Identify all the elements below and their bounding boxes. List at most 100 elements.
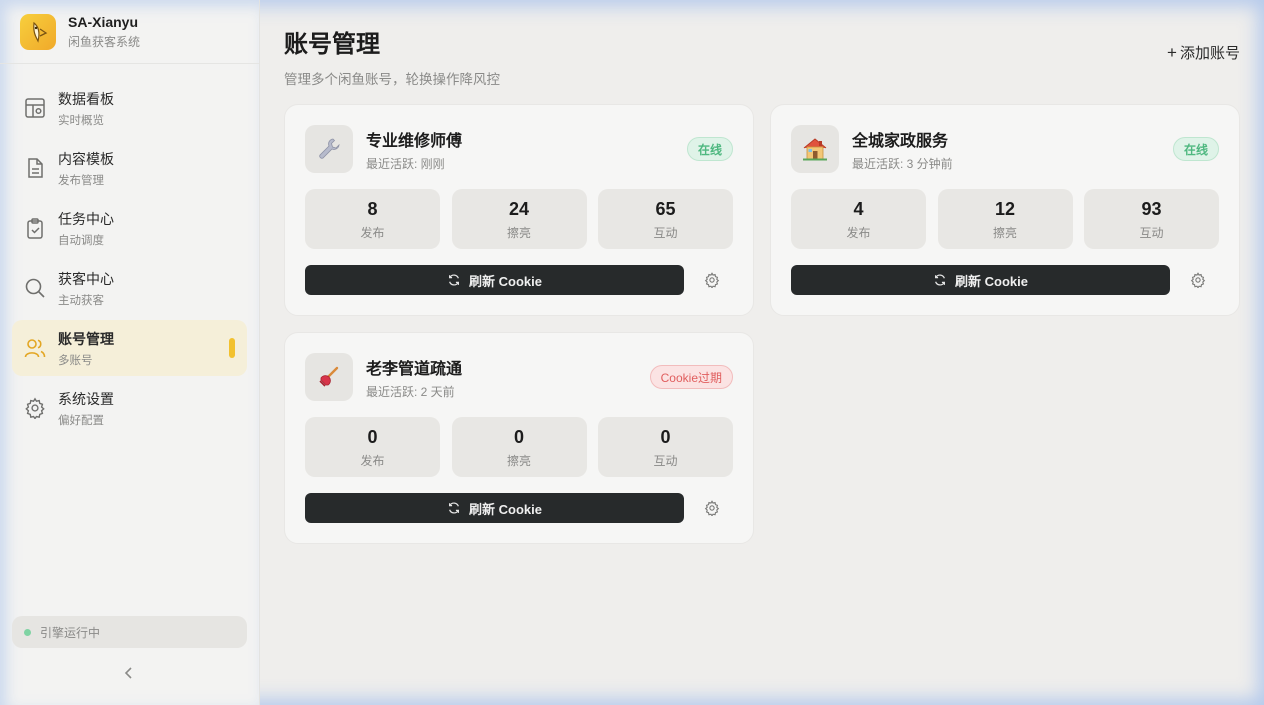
sidebar-item-label: 系统设置 (58, 390, 114, 407)
sidebar-item-sublabel: 实时概览 (58, 114, 104, 127)
status-dot-icon (24, 628, 31, 636)
status-badge: Cookie过期 (649, 365, 733, 389)
chevron-left-icon (124, 667, 132, 679)
stat-interact: 93 互动 (1084, 189, 1219, 249)
engine-status-text: 引擎运行中 (40, 625, 101, 640)
sidebar-item-tasks[interactable]: 任务中心 自动调度 (12, 200, 247, 256)
stat-label: 发布 (360, 454, 385, 468)
sidebar-item-settings[interactable]: 系统设置 偏好配置 (12, 380, 247, 436)
status-badge: 在线 (686, 137, 733, 161)
users-icon (24, 337, 46, 359)
add-account-button[interactable]: + 添加账号 (1167, 42, 1240, 63)
account-name: 老李管道疏通 (366, 360, 463, 378)
sidebar-item-sublabel: 偏好配置 (58, 414, 104, 427)
gear-icon (24, 397, 46, 419)
stat-value: 93 (1141, 199, 1162, 219)
stat-label: 互动 (653, 226, 678, 240)
active-indicator (229, 338, 235, 358)
stat-value: 12 (994, 199, 1016, 219)
stat-interact: 0 互动 (598, 417, 733, 477)
stat-value: 65 (655, 199, 676, 219)
account-card: 全城家政服务 最近活跃: 3 分钟前 在线 4 发布 12 擦亮 93 互动 刷新 C… (770, 104, 1240, 316)
sidebar-item-acquisition[interactable]: 获客中心 主动获客 (12, 260, 247, 316)
stat-polish: 12 擦亮 (937, 189, 1073, 249)
house-icon (791, 125, 839, 173)
stat-label: 擦亮 (992, 226, 1017, 240)
last-active: 最近活跃: 刚刚 (366, 156, 445, 171)
clipboard-check-icon (24, 217, 46, 239)
stat-value: 24 (508, 199, 530, 219)
refresh-cookie-label: 刷新 Cookie (955, 273, 1028, 289)
last-active: 最近活跃: 3 分钟前 (852, 156, 953, 171)
sidebar-item-sublabel: 多账号 (58, 354, 93, 367)
account-settings-button[interactable] (704, 500, 720, 517)
app-logo-icon (20, 13, 56, 50)
brand: SA-Xianyu 闲鱼获客系统 (0, 0, 259, 64)
account-name: 全城家政服务 (852, 132, 949, 150)
refresh-cookie-label: 刷新 Cookie (469, 501, 542, 517)
refresh-icon (449, 274, 460, 286)
account-settings-button[interactable] (704, 272, 720, 289)
plus-icon: + (1167, 42, 1177, 62)
page-subtitle: 管理多个闲鱼账号，轮换操作降风控 (284, 72, 500, 87)
stat-value: 0 (367, 427, 378, 447)
gear-icon (1190, 272, 1206, 289)
sidebar-item-templates[interactable]: 内容模板 发布管理 (12, 140, 247, 196)
page-title: 账号管理 (284, 31, 380, 58)
sidebar-nav: 数据看板 实时概览 内容模板 发布管理 任务中心 自动调度 获客中心 主动获客 … (0, 64, 259, 436)
wrench-icon (305, 125, 353, 173)
engine-status: 引擎运行中 (12, 616, 247, 648)
stat-publish: 0 发布 (305, 417, 440, 477)
gear-icon (704, 500, 720, 517)
sidebar-item-dashboard[interactable]: 数据看板 实时概览 (12, 80, 247, 136)
sidebar: SA-Xianyu 闲鱼获客系统 数据看板 实时概览 内容模板 发布管理 任务中… (0, 0, 260, 705)
sidebar-item-accounts[interactable]: 账号管理 多账号 (12, 320, 247, 376)
collapse-sidebar-button[interactable] (121, 665, 137, 681)
document-icon (24, 157, 46, 179)
sidebar-item-label: 账号管理 (58, 330, 114, 347)
gear-icon (704, 272, 720, 289)
account-card: 老李管道疏通 最近活跃: 2 天前 Cookie过期 0 发布 0 擦亮 0 互动 刷… (284, 332, 754, 544)
stat-label: 互动 (1139, 226, 1164, 240)
last-active: 最近活跃: 2 天前 (366, 384, 455, 399)
stat-publish: 8 发布 (305, 189, 440, 249)
refresh-cookie-label: 刷新 Cookie (469, 273, 542, 289)
stat-value: 8 (367, 199, 378, 219)
refresh-icon (935, 274, 946, 286)
add-account-label: 添加账号 (1179, 45, 1240, 62)
stat-interact: 65 互动 (598, 189, 733, 249)
stat-label: 互动 (653, 454, 678, 468)
refresh-icon (449, 502, 460, 514)
account-stats: 0 发布 0 擦亮 0 互动 (305, 417, 733, 477)
account-stats: 4 发布 12 擦亮 93 互动 (791, 189, 1219, 249)
stat-label: 发布 (360, 226, 385, 240)
stat-polish: 0 擦亮 (451, 417, 587, 477)
sidebar-item-sublabel: 自动调度 (58, 234, 104, 247)
stat-value: 4 (853, 199, 864, 219)
stat-value: 0 (660, 427, 671, 447)
search-icon (24, 277, 46, 299)
stat-label: 擦亮 (506, 226, 531, 240)
main-content: 账号管理 管理多个闲鱼账号，轮换操作降风控 + 添加账号 专业维修师傅 最近活跃… (260, 0, 1264, 705)
account-card: 专业维修师傅 最近活跃: 刚刚 在线 8 发布 24 擦亮 65 互动 刷新 Cook… (284, 104, 754, 316)
sidebar-item-label: 获客中心 (58, 270, 114, 287)
refresh-cookie-button[interactable]: 刷新 Cookie (791, 265, 1170, 295)
status-badge: 在线 (1172, 137, 1219, 161)
account-stats: 8 发布 24 擦亮 65 互动 (305, 189, 733, 249)
stat-publish: 4 发布 (791, 189, 926, 249)
app-window: SA-Xianyu 闲鱼获客系统 数据看板 实时概览 内容模板 发布管理 任务中… (0, 0, 1264, 705)
sidebar-item-sublabel: 发布管理 (58, 174, 104, 187)
stat-polish: 24 擦亮 (451, 189, 587, 249)
account-settings-button[interactable] (1190, 272, 1206, 289)
sidebar-item-sublabel: 主动获客 (58, 294, 104, 307)
sidebar-item-label: 内容模板 (58, 150, 114, 167)
dashboard-icon (24, 97, 46, 119)
refresh-cookie-button[interactable]: 刷新 Cookie (305, 493, 684, 523)
stat-label: 擦亮 (506, 454, 531, 468)
account-name: 专业维修师傅 (366, 132, 463, 150)
sidebar-item-label: 任务中心 (58, 210, 114, 227)
brand-name: SA-Xianyu (68, 13, 139, 30)
refresh-cookie-button[interactable]: 刷新 Cookie (305, 265, 684, 295)
stat-value: 0 (513, 427, 524, 447)
sidebar-item-label: 数据看板 (58, 90, 114, 107)
